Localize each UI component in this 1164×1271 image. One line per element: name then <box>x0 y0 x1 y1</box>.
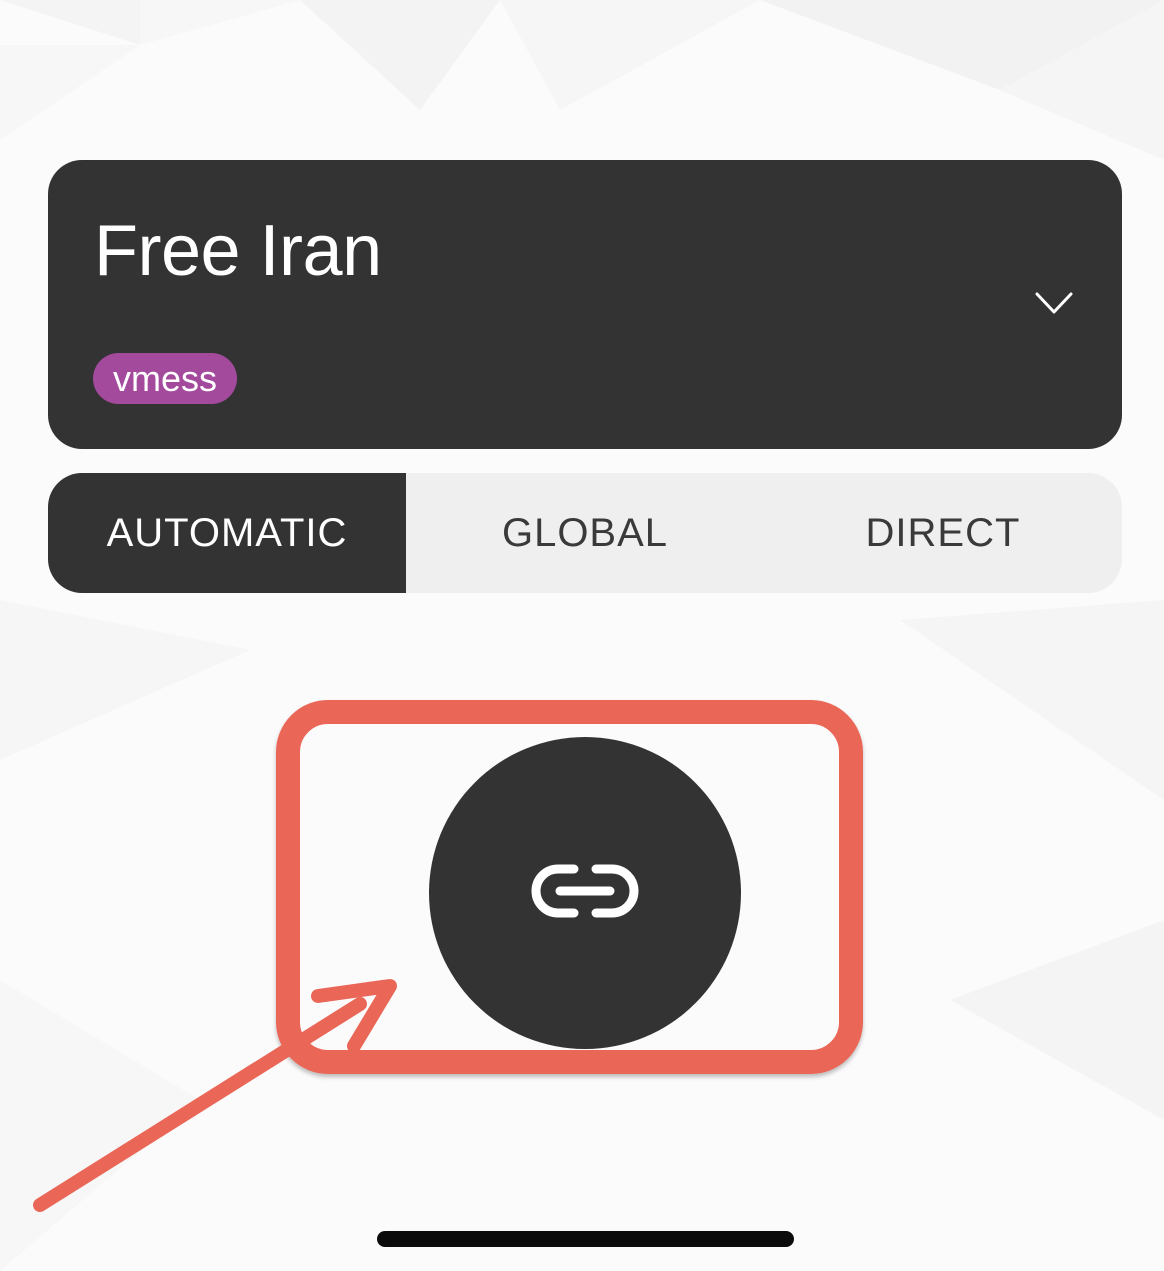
tab-global[interactable]: GLOBAL <box>406 473 764 593</box>
link-icon <box>530 861 640 926</box>
server-name: Free Iran <box>94 211 382 291</box>
home-indicator <box>377 1231 794 1247</box>
connect-button[interactable] <box>429 737 741 1049</box>
protocol-badge: vmess <box>93 353 238 404</box>
tab-direct[interactable]: DIRECT <box>764 473 1122 593</box>
server-selector-card[interactable]: Free Iran vmess <box>48 160 1122 449</box>
tab-automatic[interactable]: AUTOMATIC <box>48 473 406 593</box>
routing-mode-selector: AUTOMATIC GLOBAL DIRECT <box>48 473 1122 593</box>
chevron-down-icon[interactable] <box>1024 280 1084 330</box>
